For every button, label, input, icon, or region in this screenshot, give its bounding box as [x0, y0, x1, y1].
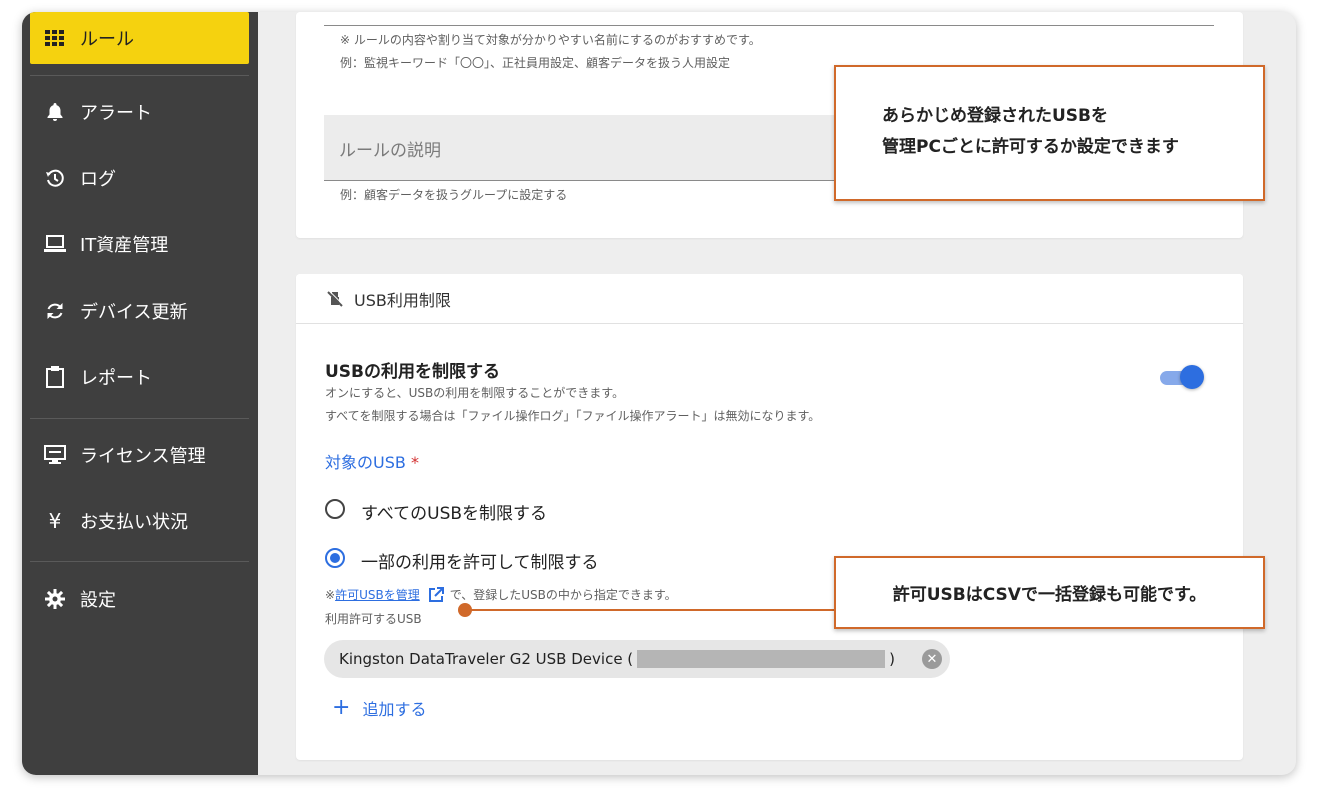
callout-connector: [465, 609, 835, 611]
rule-name-input[interactable]: [324, 12, 1214, 26]
laptop-icon: [42, 232, 68, 256]
sidebar-item-label: ライセンス管理: [80, 446, 206, 467]
refresh-icon: [42, 299, 68, 323]
plus-icon: +: [332, 695, 351, 720]
manage-usb-prefix: ※: [325, 587, 336, 602]
callout-top-line2: 管理PCごとに許可するか設定できます: [882, 137, 1179, 157]
sidebar: ルール アラート ログ IT資産管理 デバイス更新 レポート ライセンス管理 ¥…: [22, 12, 258, 775]
sidebar-item-label: お支払い状況: [80, 512, 188, 533]
sidebar-item-device-update[interactable]: デバイス更新: [30, 285, 249, 337]
sidebar-item-label: IT資産管理: [80, 235, 169, 256]
sidebar-item-licenses[interactable]: ライセンス管理: [30, 429, 249, 481]
radio-allow-partial-label[interactable]: 一部の利用を許可して制限する: [361, 548, 599, 573]
usb-restrict-toggle[interactable]: [1160, 365, 1204, 391]
sidebar-item-alerts[interactable]: アラート: [30, 86, 249, 138]
divider: [30, 75, 249, 76]
usb-restrict-title: USBの利用を制限する: [325, 362, 501, 382]
device-name-close-paren: ): [889, 650, 896, 668]
radio-allow-partial[interactable]: [325, 548, 345, 568]
sidebar-item-label: デバイス更新: [80, 302, 188, 323]
target-usb-label: 対象のUSB *: [325, 449, 419, 473]
add-usb-label: 追加する: [362, 700, 427, 719]
radio-restrict-all[interactable]: [325, 499, 345, 519]
usb-restrict-desc-1: オンにすると、USBの利用を制限することができます。: [325, 386, 625, 400]
sidebar-item-billing[interactable]: ¥ お支払い状況: [30, 495, 249, 547]
sidebar-item-label: アラート: [80, 103, 152, 124]
target-usb-label-text: 対象のUSB: [325, 453, 406, 472]
external-link-icon[interactable]: [428, 586, 444, 603]
sidebar-item-label: ログ: [80, 169, 116, 190]
sidebar-item-logs[interactable]: ログ: [30, 152, 249, 204]
rule-description-placeholder: ルールの説明: [339, 141, 441, 161]
rule-name-hint: ※ ルールの内容や割り当て対象が分かりやすい名前にするのがおすすめです。: [340, 33, 761, 47]
sidebar-item-label: レポート: [80, 368, 152, 389]
usb-restrict-desc-2: すべてを制限する場合は「ファイル操作ログ」「ファイル操作アラート」は無効になりま…: [325, 409, 821, 423]
rule-name-example: 例：監視キーワード「〇〇」、正社員用設定、顧客データを扱う人用設定: [340, 56, 731, 70]
usb-off-icon: [326, 289, 344, 308]
bell-icon: [42, 100, 68, 124]
manage-usb-note: ※ 許可USBを管理 で、登録したUSBの中から指定できます。: [325, 586, 677, 603]
allowed-usb-label: 利用許可するUSB: [325, 612, 422, 626]
history-icon: [42, 166, 68, 190]
divider: [30, 418, 249, 419]
callout-top: あらかじめ登録されたUSBを 管理PCごとに許可するか設定できます: [834, 65, 1265, 201]
usb-section-title: USB利用制限: [354, 290, 451, 310]
manage-usb-suffix: で、登録したUSBの中から指定できます。: [449, 588, 677, 602]
callout-top-line1: あらかじめ登録されたUSBを: [882, 106, 1109, 126]
usb-section-header: USB利用制限: [296, 274, 1243, 324]
yen-icon: ¥: [48, 509, 62, 533]
monitor-icon: [42, 443, 68, 467]
divider: [30, 561, 249, 562]
remove-device-icon[interactable]: ✕: [922, 649, 942, 669]
callout-bottom: 許可USBはCSVで一括登録も可能です。: [834, 556, 1265, 629]
device-name: Kingston DataTraveler G2 USB Device (: [339, 650, 634, 668]
sidebar-item-rules[interactable]: ルール: [30, 12, 249, 64]
sidebar-item-reports[interactable]: レポート: [30, 351, 249, 403]
radio-restrict-all-label[interactable]: すべてのUSBを制限する: [361, 499, 547, 524]
clipboard-icon: [42, 365, 68, 389]
sidebar-item-label: 設定: [80, 590, 116, 611]
add-usb-button[interactable]: + 追加する: [332, 696, 426, 720]
app-window: ルール アラート ログ IT資産管理 デバイス更新 レポート ライセンス管理 ¥…: [22, 12, 1296, 775]
allowed-usb-chip: Kingston DataTraveler G2 USB Device ( ) …: [324, 640, 950, 678]
gear-icon: [42, 587, 68, 611]
rule-description-input[interactable]: ルールの説明: [324, 115, 864, 181]
grid-icon: [42, 26, 68, 50]
callout-bottom-text: 許可USBはCSVで一括登録も可能です。: [892, 585, 1207, 605]
rule-description-hint: 例：顧客データを扱うグループに設定する: [340, 188, 568, 202]
sidebar-item-label: ルール: [80, 29, 134, 50]
redacted-serial: [637, 650, 886, 668]
manage-allowed-usb-link[interactable]: 許可USBを管理: [335, 586, 420, 603]
sidebar-item-settings[interactable]: 設定: [30, 573, 249, 625]
sidebar-item-it-assets[interactable]: IT資産管理: [30, 218, 249, 270]
callout-anchor-dot: [458, 603, 472, 617]
toggle-knob: [1180, 365, 1204, 389]
required-mark: *: [410, 453, 419, 472]
